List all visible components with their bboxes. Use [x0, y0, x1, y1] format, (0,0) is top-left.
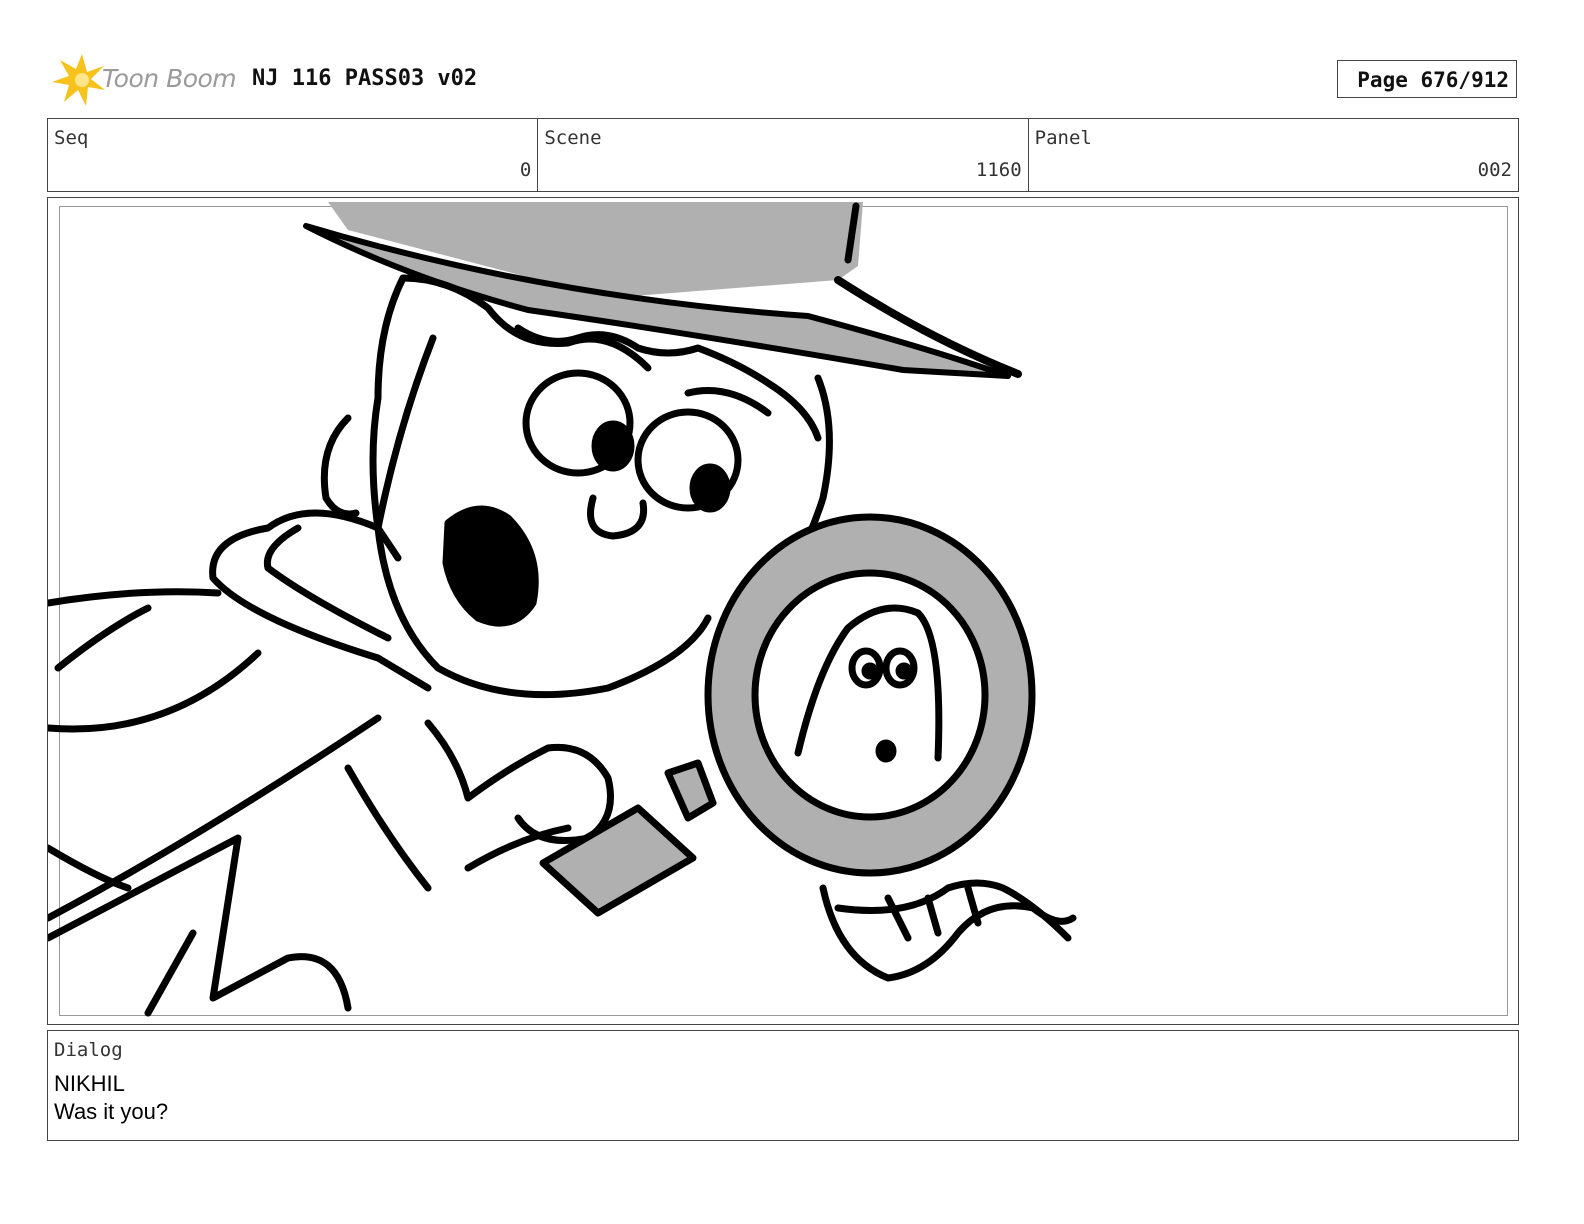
magnifier-lens	[751, 569, 989, 821]
project-title: NJ 116 PASS03 v02	[252, 66, 478, 91]
scene-value: 1160	[975, 159, 1022, 181]
worm-left-pupil	[861, 662, 879, 680]
scene-label: Scene	[544, 127, 602, 149]
coat-line-2	[48, 844, 132, 892]
panel-value: 002	[1477, 159, 1512, 181]
coat-bottom	[144, 929, 197, 1017]
dialog-line: Was it you?	[54, 1099, 169, 1124]
nose	[587, 494, 648, 540]
seq-cell: Seq 0	[48, 119, 539, 191]
left-pupil	[591, 420, 635, 472]
face-outline	[374, 334, 712, 699]
logo-text: Toon Boom	[102, 64, 237, 93]
magnifier-handle	[539, 804, 697, 917]
seq-value: 0	[519, 159, 532, 181]
seq-label: Seq	[54, 127, 89, 149]
coat-zigzag	[48, 834, 352, 1012]
scene-cell: Scene 1160	[538, 119, 1029, 191]
dialog-box: Dialog NIKHIL Was it you?	[47, 1030, 1519, 1141]
panel-label: Panel	[1034, 127, 1092, 149]
toon-boom-logo: Toon Boom	[50, 52, 240, 108]
hat-crown	[328, 202, 863, 298]
dialog-speaker: NIKHIL	[54, 1071, 125, 1096]
coat-line-3	[344, 764, 432, 892]
coat-line-1	[48, 714, 382, 922]
worm-mouth	[875, 739, 897, 763]
left-arm	[48, 588, 262, 733]
eyebrow	[684, 387, 772, 417]
mouth	[442, 505, 539, 627]
dialog-label: Dialog	[54, 1039, 123, 1061]
page-indicator: Page 676/912	[1337, 60, 1517, 98]
ear	[320, 414, 360, 518]
panel-cell: Panel 002	[1029, 119, 1518, 191]
page-number: Page 676/912	[1357, 68, 1509, 92]
right-pupil	[689, 463, 731, 513]
worm-tail	[819, 879, 1077, 982]
panel-info-row: Seq 0 Scene 1160 Panel 002	[47, 118, 1519, 192]
storyboard-panel-frame	[47, 197, 1519, 1025]
worm-right-pupil	[895, 662, 913, 680]
magnifier-neck	[664, 759, 717, 822]
starburst-icon	[52, 54, 105, 106]
storyboard-sketch	[48, 202, 1077, 1017]
